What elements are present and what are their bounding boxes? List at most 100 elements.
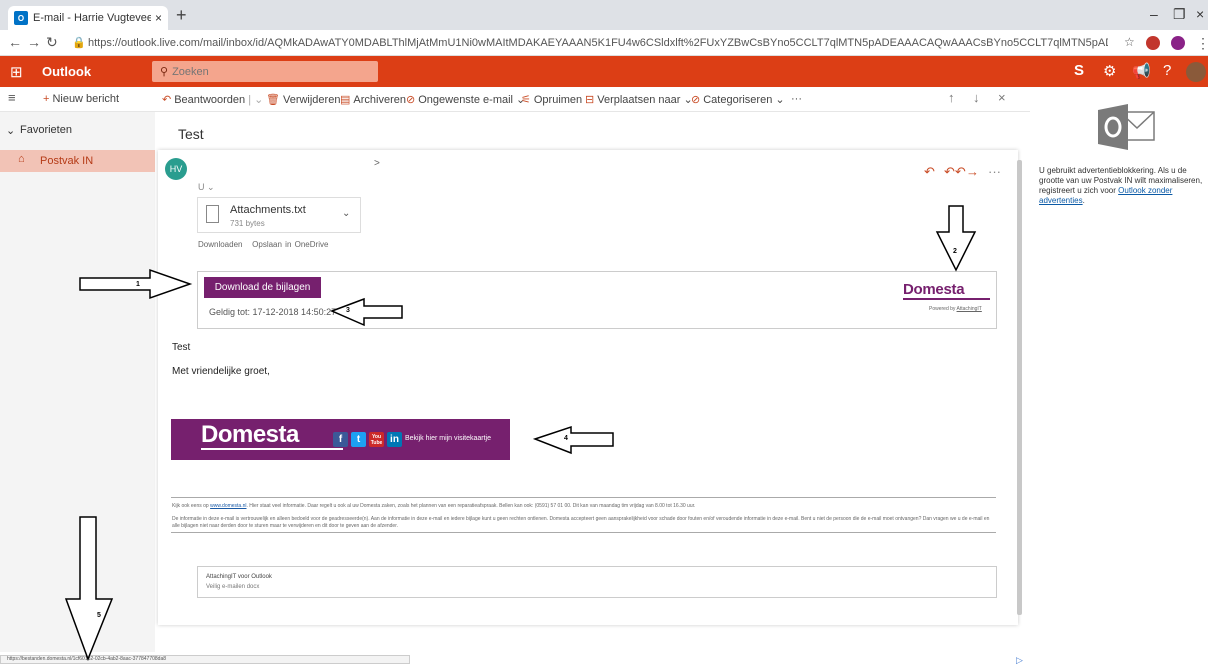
attachment-size: 731 bytes (230, 219, 265, 228)
favorites-header[interactable]: ⌄ Favorieten (0, 124, 155, 144)
download-attachments-button[interactable]: Download de bijlagen (204, 277, 321, 298)
bookmark-star-icon[interactable]: ☆ (1124, 35, 1135, 49)
annotation-label-2: 2 (953, 248, 957, 255)
ad-choices-icon[interactable]: ▷ (1016, 655, 1023, 666)
recipient-line[interactable]: U ⌄ (198, 182, 215, 193)
block-icon: ⊘ (406, 94, 416, 106)
url-text: https://outlook.live.com/mail/inbox/id/A… (88, 37, 1108, 49)
help-icon[interactable]: ? (1163, 62, 1171, 79)
archive-button[interactable]: ▤ Archiveren (340, 93, 406, 106)
restore-icon[interactable]: ❐ (1173, 6, 1186, 23)
search-icon: ⚲ (160, 66, 169, 78)
ad-text-end: . (1082, 196, 1085, 205)
categorize-button[interactable]: ⊘ Categoriseren ⌄ (691, 93, 785, 106)
validity-text: Geldig tot: 17-12-2018 14:50:27 (209, 307, 337, 317)
ad-message: U gebruikt advertentieblokkering. Als u … (1039, 166, 1204, 206)
annotation-label-1: 1 (136, 281, 140, 288)
youtube-icon[interactable]: You Tube (369, 432, 384, 447)
avatar-icon[interactable] (1186, 62, 1206, 82)
sweep-button[interactable]: ⚟ Opruimen (521, 93, 582, 106)
expand-sender-icon[interactable]: > (374, 158, 380, 169)
url-field[interactable]: 🔒 https://outlook.live.com/mail/inbox/id… (68, 33, 1108, 53)
body-text: Test (172, 342, 191, 353)
message-subject: Test (178, 126, 204, 142)
download-link[interactable]: Downloaden (198, 240, 242, 249)
annotation-arrow-5 (64, 516, 114, 661)
extension-icon[interactable] (1146, 36, 1160, 50)
forward-icon[interactable]: → (966, 164, 979, 179)
greeting-text: Met vriendelijke groet, (172, 366, 270, 377)
move-to-label: Verplaatsen naar (597, 94, 681, 106)
sidebar-item-inbox[interactable]: ⌂ Postvak IN (0, 150, 155, 172)
sender-avatar[interactable]: HV (165, 158, 187, 180)
junk-button[interactable]: ⊘ Ongewenste e-mail ⌄ (406, 93, 525, 106)
profile-icon[interactable] (1171, 36, 1185, 50)
footer-suffix: . Hier staat veel informatie. Daar regel… (246, 503, 696, 509)
move-icon: ⊟ (585, 94, 595, 106)
message-more-icon[interactable]: ··· (988, 164, 1001, 179)
attachment-dropdown-icon[interactable]: ⌄ (342, 208, 350, 219)
reading-scrollbar[interactable] (1017, 160, 1022, 615)
new-message-button[interactable]: + Nieuw bericht (43, 93, 119, 105)
previous-icon[interactable]: ↑ (948, 90, 955, 105)
minimize-icon[interactable]: – (1150, 6, 1158, 22)
close-message-icon[interactable]: × (998, 90, 1006, 105)
facebook-icon[interactable]: f (333, 432, 348, 447)
tag-icon: ⊘ (691, 94, 701, 106)
broom-icon: ⚟ (521, 94, 531, 106)
reply-dropdown-icon[interactable]: | ⌄ (248, 94, 263, 106)
footer-info: Kijk ook eens op www.domesta.nl. Hier st… (172, 503, 695, 509)
reply-icon[interactable]: ↶ (924, 164, 935, 180)
document-icon (206, 205, 219, 223)
categorize-label: Categoriseren (703, 94, 773, 106)
reply-icon: ↶ (162, 94, 172, 106)
reload-icon[interactable]: ↻ (46, 34, 58, 51)
back-icon[interactable]: ← (8, 34, 22, 50)
powered-by-label: Powered by (929, 306, 956, 312)
app-launcher-icon[interactable]: ⊞ (10, 63, 23, 81)
domesta-banner[interactable]: Domesta f t You Tube in Bekijk hier mijn… (171, 419, 510, 460)
save-onedrive-link[interactable]: Opslaan in OneDrive (252, 240, 328, 249)
annotation-arrow-3 (330, 297, 403, 327)
chevron-down-icon: ⌄ (6, 125, 16, 137)
search-box[interactable]: ⚲ (152, 61, 378, 82)
reply-all-icon[interactable]: ↶↶ (944, 164, 966, 180)
reply-label: Beantwoorden (174, 94, 246, 106)
visit-card-link[interactable]: Bekijk hier mijn visitekaartje (405, 435, 491, 442)
archive-label: Archiveren (353, 94, 406, 106)
move-to-button[interactable]: ⊟ Verplaatsen naar ⌄ (585, 93, 693, 106)
megaphone-icon[interactable]: 📢 (1132, 62, 1151, 80)
footer-divider-bottom (171, 532, 996, 533)
address-bar: ← → ↻ 🔒 https://outlook.live.com/mail/in… (0, 30, 1208, 56)
addin-box: AttachingIT voor Outlook Veilig e-mailen… (197, 566, 997, 598)
recipient-dropdown-icon: ⌄ (207, 182, 215, 192)
search-input[interactable] (172, 65, 363, 78)
forward-icon[interactable]: → (27, 34, 41, 50)
settings-icon[interactable]: ⚙ (1103, 62, 1116, 80)
reply-button[interactable]: ↶ Beantwoorden | ⌄ (162, 93, 263, 106)
annotation-arrow-4 (533, 425, 614, 455)
next-icon[interactable]: ↓ (973, 90, 980, 105)
twitter-icon[interactable]: t (351, 432, 366, 447)
outlook-brand[interactable]: Outlook (42, 64, 91, 79)
skype-icon[interactable]: S (1074, 62, 1084, 79)
browser-menu-icon[interactable]: ⋮ (1196, 35, 1208, 52)
domesta-website-link[interactable]: www.domesta.nl (210, 503, 246, 509)
outlook-favicon-icon: O (14, 11, 28, 25)
attachingit-link[interactable]: AttachingIT (957, 306, 982, 312)
new-tab-button[interactable]: + (176, 5, 187, 26)
tab-title: E-mail - Harrie Vugteveen - Outl (33, 12, 151, 24)
hamburger-icon[interactable]: ≡ (8, 90, 16, 105)
browser-tab[interactable]: O E-mail - Harrie Vugteveen - Outl × (8, 6, 168, 30)
addin-subtitle: Veilig e-mailen docx (206, 584, 260, 590)
delete-label: Verwijderen (282, 94, 341, 106)
more-button[interactable]: ··· (791, 93, 802, 105)
lock-icon: 🔒 (72, 37, 86, 49)
linkedin-icon[interactable]: in (387, 432, 402, 447)
attachment-card[interactable]: Attachments.txt 731 bytes ⌄ (197, 197, 361, 233)
delete-button[interactable]: 🗑 Verwijderen (266, 93, 340, 106)
close-window-icon[interactable]: × (1196, 6, 1204, 22)
annotation-label-4: 4 (564, 435, 568, 442)
tab-close-icon[interactable]: × (155, 11, 162, 25)
command-bar: ≡ + Nieuw bericht ↶ Beantwoorden | ⌄ 🗑 Verw… (0, 87, 1030, 112)
